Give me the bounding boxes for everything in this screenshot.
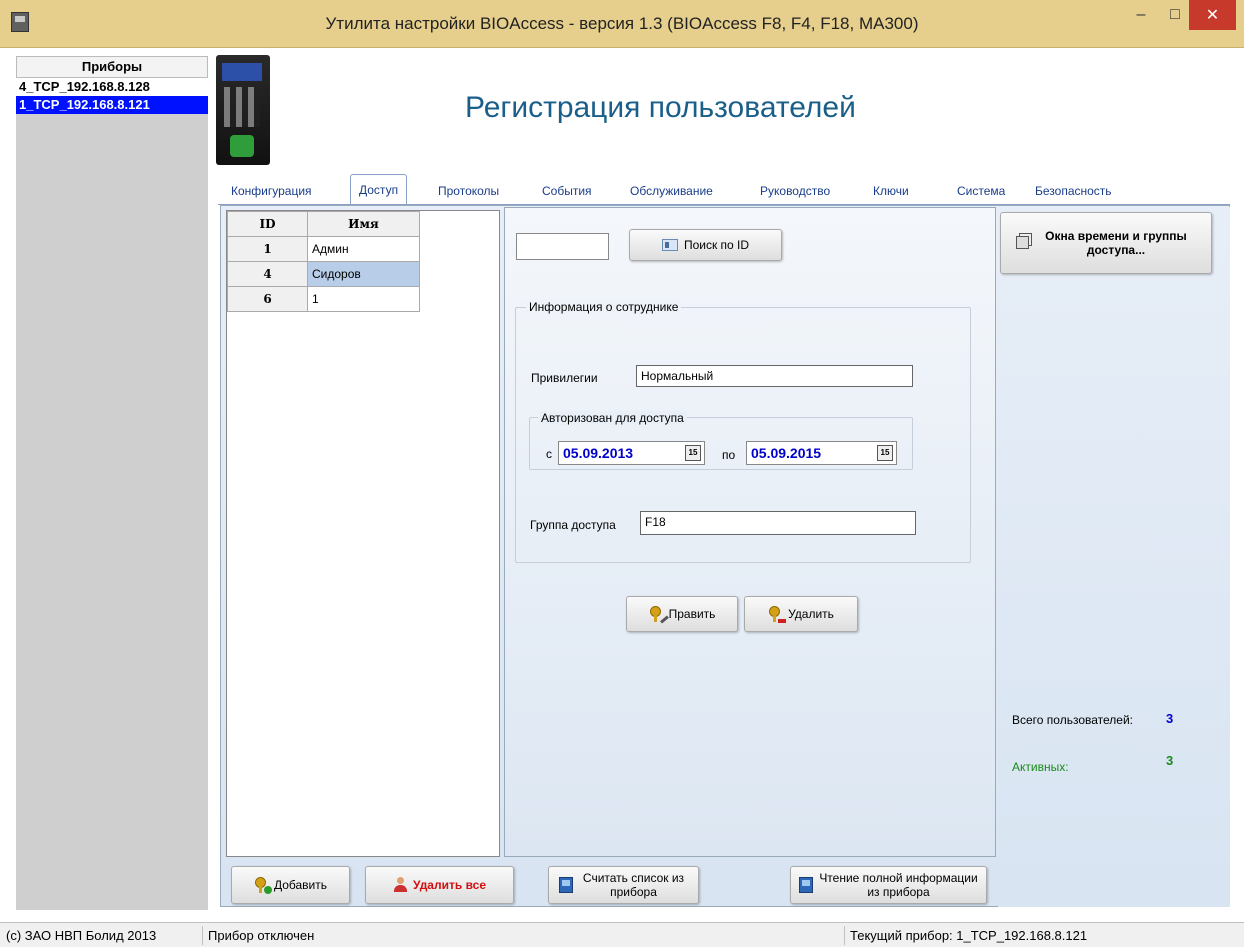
device-state-text: Прибор отключен <box>208 928 315 943</box>
device-item-selected[interactable]: 1_TCP_192.168.8.121 <box>16 96 208 114</box>
device-list-panel: Приборы 4_TCP_192.168.8.128 1_TCP_192.16… <box>16 56 208 910</box>
read-full-info-label: Чтение полной информации из прибора <box>819 871 978 899</box>
device-read-icon <box>558 877 573 893</box>
read-user-list-button[interactable]: Считать список из прибора <box>548 866 699 904</box>
key-add-icon <box>254 876 272 894</box>
total-users-value: 3 <box>1166 711 1174 726</box>
read-full-info-button[interactable]: Чтение полной информации из прибора <box>790 866 987 904</box>
access-group-field[interactable]: F18 <box>640 511 916 535</box>
column-header-name[interactable]: Имя <box>307 211 420 237</box>
search-id-input[interactable] <box>516 233 609 260</box>
add-user-label: Добавить <box>273 878 328 892</box>
delete-all-button[interactable]: Удалить все <box>365 866 514 904</box>
device-read-icon <box>798 877 813 893</box>
title-bar: Утилита настройки BIOAccess - версия 1.3… <box>0 0 1244 48</box>
calendar-icon[interactable]: 15 <box>877 445 893 461</box>
delete-all-label: Удалить все <box>412 878 486 892</box>
device-screen <box>222 63 262 81</box>
device-item[interactable]: 4_TCP_192.168.8.128 <box>16 78 208 96</box>
read-user-list-label: Считать список из прибора <box>582 871 685 899</box>
window-title: Утилита настройки BIOAccess - версия 1.3… <box>325 14 919 33</box>
status-separator <box>202 926 203 945</box>
privileges-label: Привилегии <box>531 371 598 385</box>
date-from-value: 05.09.2013 <box>563 445 634 461</box>
calendar-icon[interactable]: 15 <box>685 445 701 461</box>
time-windows-button[interactable]: Окна времени и группы доступа... <box>1000 212 1212 274</box>
tab-bar: Конфигурация Доступ Протоколы События Об… <box>218 174 1218 205</box>
date-from-label: с <box>546 447 552 461</box>
minimize-button[interactable]: – <box>1126 0 1156 30</box>
date-to-value: 05.09.2015 <box>751 445 822 461</box>
column-header-id[interactable]: ID <box>227 211 308 237</box>
copyright-text: (c) ЗАО НВП Болид 2013 <box>6 928 157 943</box>
active-users-value: 3 <box>1166 753 1174 768</box>
date-to-field[interactable]: 05.09.2015 15 <box>746 441 897 465</box>
cell-id[interactable]: 4 <box>227 261 308 287</box>
tab-maintenance[interactable]: Обслуживание <box>630 184 713 198</box>
maximize-button[interactable]: □ <box>1160 0 1190 30</box>
privileges-field[interactable]: Нормальный <box>636 365 913 387</box>
date-from-field[interactable]: 05.09.2013 15 <box>558 441 705 465</box>
table-row[interactable]: 1 Админ <box>227 236 420 262</box>
right-panel <box>998 207 1230 907</box>
delete-button-label: Удалить <box>788 607 834 621</box>
status-bar: (c) ЗАО НВП Болид 2013 Прибор отключен Т… <box>0 922 1244 947</box>
close-button[interactable]: ✕ <box>1189 0 1236 30</box>
user-remove-icon <box>393 877 407 893</box>
access-group-label: Группа доступа <box>530 518 616 532</box>
tab-manual[interactable]: Руководство <box>760 184 830 198</box>
tab-protocols[interactable]: Протоколы <box>438 184 499 198</box>
edit-button-label: Править <box>668 607 716 621</box>
users-table[interactable]: ID Имя 1 Админ 4 Сидоров 6 1 <box>226 210 500 857</box>
table-row[interactable]: 6 1 <box>227 286 420 312</box>
device-keypad <box>224 87 260 127</box>
windows-icon <box>1016 233 1032 249</box>
employee-info-title: Информация о сотруднике <box>526 300 682 314</box>
authorized-period-title: Авторизован для доступа <box>538 411 687 425</box>
tab-configuration[interactable]: Конфигурация <box>231 184 312 198</box>
total-users-label: Всего пользователей: <box>1012 713 1134 727</box>
edit-button[interactable]: Править <box>626 596 738 632</box>
page-title: Регистрация пользователей <box>465 91 856 124</box>
search-by-id-label: Поиск по ID <box>683 238 750 252</box>
tab-events[interactable]: События <box>542 184 592 198</box>
device-picture <box>216 55 270 165</box>
fingerprint-sensor <box>230 135 254 157</box>
cell-name[interactable]: Сидоров <box>307 261 420 287</box>
tab-system[interactable]: Система <box>957 184 1005 198</box>
tab-security[interactable]: Безопасность <box>1035 184 1112 198</box>
active-users-label: Активных: <box>1012 760 1069 774</box>
table-row-selected[interactable]: 4 Сидоров <box>227 261 420 287</box>
cell-name[interactable]: 1 <box>307 286 420 312</box>
tab-keys[interactable]: Ключи <box>873 184 909 198</box>
tab-access[interactable]: Доступ <box>350 174 408 205</box>
delete-button[interactable]: Удалить <box>744 596 858 632</box>
date-to-label: по <box>722 448 736 462</box>
status-separator <box>844 926 845 945</box>
cell-id[interactable]: 1 <box>227 236 308 262</box>
device-list-header: Приборы <box>16 56 208 78</box>
cell-id[interactable]: 6 <box>227 286 308 312</box>
key-edit-icon <box>649 605 669 624</box>
search-by-id-button[interactable]: Поиск по ID <box>629 229 782 261</box>
id-card-icon <box>661 239 678 251</box>
add-user-button[interactable]: Добавить <box>231 866 350 904</box>
cell-name[interactable]: Админ <box>307 236 420 262</box>
current-device-text: Текущий прибор: 1_TCP_192.168.8.121 <box>850 928 1088 943</box>
time-windows-label: Окна времени и группы доступа... <box>1045 229 1187 257</box>
key-remove-icon <box>768 605 787 623</box>
